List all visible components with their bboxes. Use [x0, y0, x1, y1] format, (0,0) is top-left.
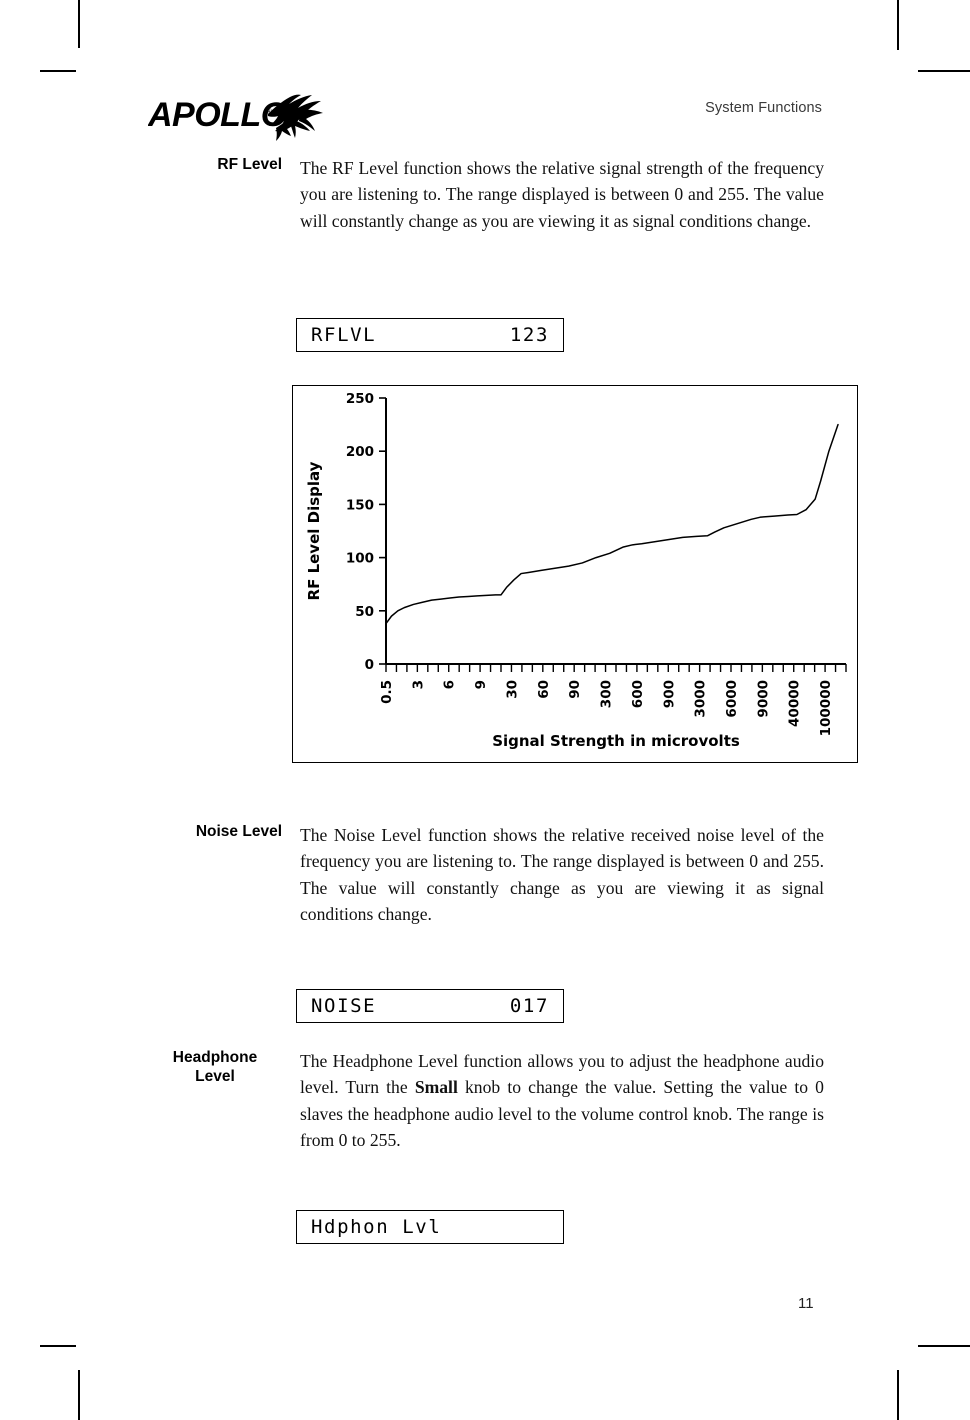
svg-text:60: 60	[536, 680, 552, 699]
lcd-display-noise: NOISE 017	[296, 989, 564, 1023]
svg-text:250: 250	[346, 391, 374, 407]
margin-label-rf-level: RF Level	[217, 156, 282, 173]
svg-text:6: 6	[442, 680, 458, 689]
body-text-rf-level: The RF Level function shows the relative…	[300, 155, 824, 234]
body-text-pre: The RF Level function shows the relative…	[300, 158, 824, 231]
lcd-value-noise: 017	[509, 994, 549, 1017]
lcd-label-hdphon: Hdphon Lvl	[311, 1215, 442, 1238]
crop-mark-bottom-right-horizontal	[918, 1345, 970, 1347]
svg-text:900: 900	[661, 680, 677, 708]
svg-text:150: 150	[346, 497, 374, 513]
body-text-emphasis: Small	[414, 1077, 458, 1098]
svg-text:0: 0	[365, 657, 374, 673]
svg-text:9000: 9000	[755, 680, 771, 718]
svg-text:90: 90	[567, 680, 583, 699]
svg-text:600: 600	[630, 680, 646, 708]
svg-text:3000: 3000	[693, 680, 709, 718]
body-text-noise-level: The Noise Level function shows the relat…	[300, 822, 824, 928]
svg-text:30: 30	[504, 680, 520, 699]
lcd-value-rflvl: 123	[509, 323, 549, 346]
margin-label-headphone-level: Headphone Level	[148, 1048, 282, 1086]
svg-text:100: 100	[346, 551, 374, 567]
lcd-label-rflvl: RFLVL	[311, 323, 377, 346]
page-title: System Functions	[705, 100, 822, 116]
rf-level-chart: 0 50 100 150 200 250 0.5 3 6 9 30 60 90 300 600 900 3000…	[292, 385, 858, 763]
crop-mark-bottom-left-vertical	[78, 1370, 80, 1420]
svg-text:RF Level Display: RF Level Display	[305, 461, 323, 600]
crop-mark-bottom-right-vertical	[897, 1370, 899, 1420]
svg-text:6000: 6000	[724, 680, 740, 718]
svg-text:40000: 40000	[787, 680, 803, 727]
svg-text:100000: 100000	[818, 680, 834, 736]
body-text-pre: The Noise Level function shows the relat…	[300, 825, 824, 925]
page-number: 11	[798, 1295, 814, 1312]
margin-label-line-2: Level	[195, 1068, 235, 1085]
crop-mark-bottom-left-horizontal	[40, 1345, 76, 1347]
svg-text:50: 50	[355, 604, 374, 620]
margin-label-noise-level: Noise Level	[195, 823, 282, 840]
svg-text:200: 200	[346, 444, 374, 460]
margin-label-line-1: Headphone	[172, 1049, 258, 1066]
lcd-label-noise: NOISE	[311, 994, 377, 1017]
apollo-logo: APOLLO ®	[148, 86, 348, 142]
svg-text:Signal Strength in microvolts: Signal Strength in microvolts	[492, 732, 740, 750]
lcd-display-rflvl: RFLVL 123	[296, 318, 564, 352]
lcd-display-hdphon: Hdphon Lvl	[296, 1210, 564, 1244]
svg-text:9: 9	[473, 680, 489, 689]
page-header: APOLLO ® System Functions	[0, 0, 970, 150]
body-text-headphone-level: The Headphone Level function allows you …	[300, 1048, 824, 1154]
svg-text:0.5: 0.5	[379, 680, 395, 704]
svg-text:3: 3	[410, 680, 426, 689]
svg-text:300: 300	[599, 680, 615, 708]
